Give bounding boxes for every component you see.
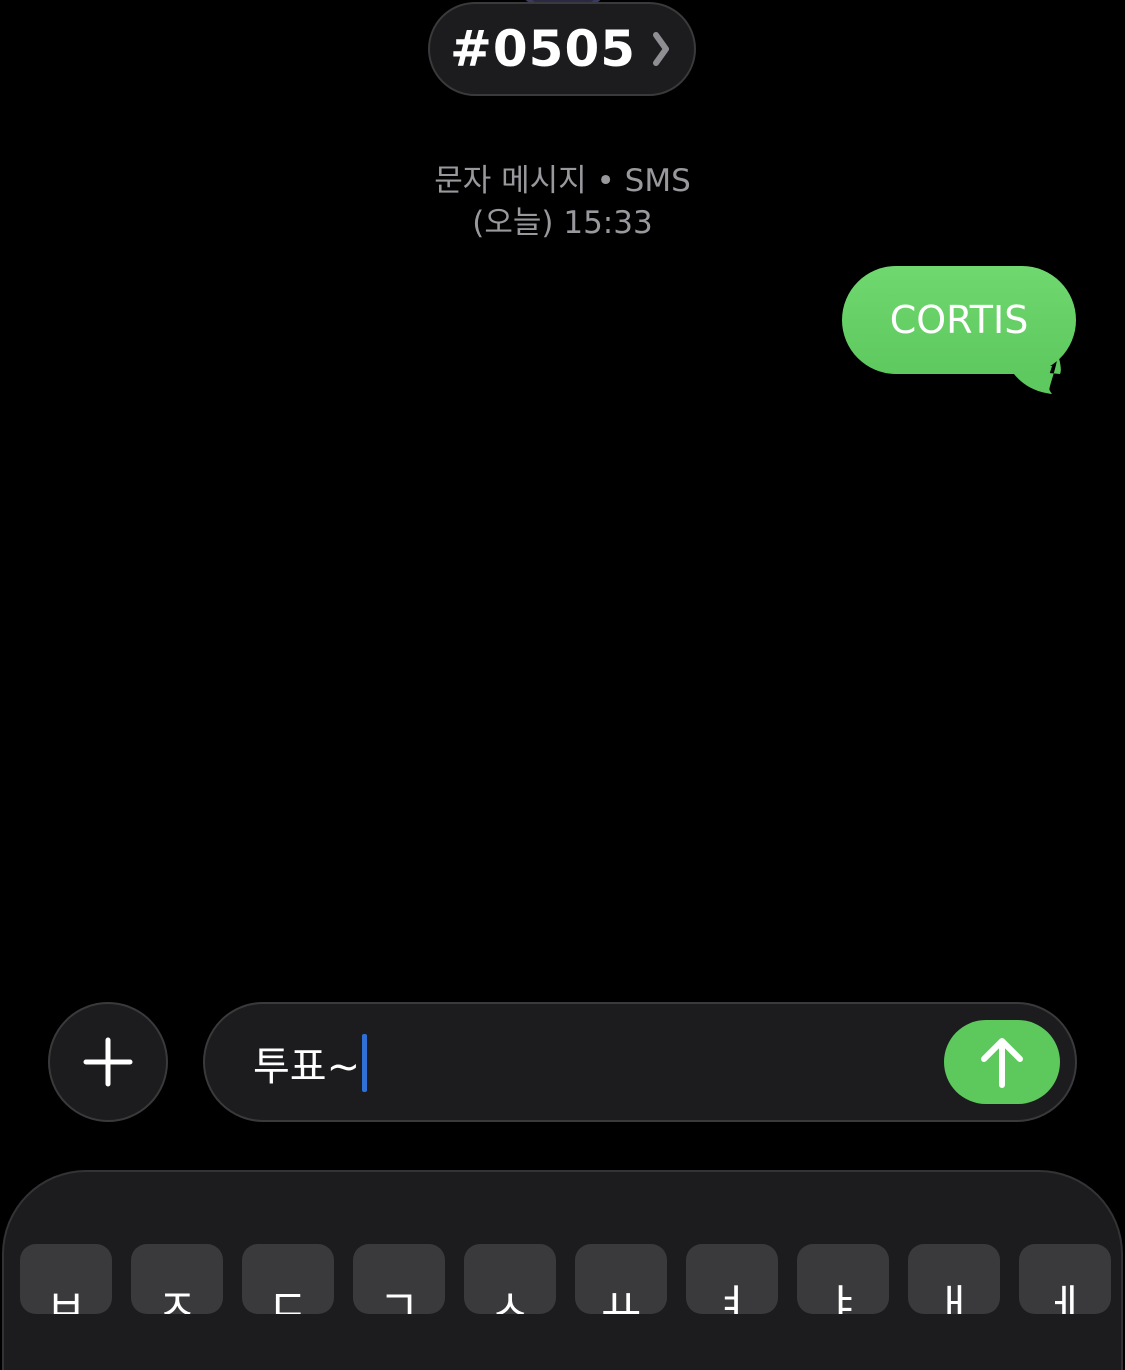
service-label: 문자 메시지 • SMS xyxy=(434,163,691,199)
key-label: ㅈ xyxy=(156,1281,198,1314)
message-time: (오늘) 15:33 xyxy=(472,205,653,241)
key-label: ㅔ xyxy=(1044,1281,1086,1314)
conversation-timestamp: 문자 메시지 • SMS (오늘) 15:33 xyxy=(0,160,1125,244)
key-label: ㅐ xyxy=(933,1281,975,1314)
key[interactable]: ㅑ xyxy=(797,1244,889,1314)
key[interactable]: ㅕ xyxy=(686,1244,778,1314)
text-cursor xyxy=(362,1034,368,1092)
key-label: ㄱ xyxy=(378,1281,420,1314)
arrow-up-icon xyxy=(981,1038,1023,1088)
key-label: ㅕ xyxy=(711,1281,753,1314)
key-label: ㅂ xyxy=(45,1281,87,1314)
message-input[interactable]: 투표~ xyxy=(203,1002,1077,1122)
keyboard-row-top: ㅂ ㅈ ㄷ ㄱ ㅅ ㅛ ㅕ ㅑ ㅐ ㅔ xyxy=(20,1244,1111,1314)
send-button[interactable] xyxy=(944,1020,1060,1104)
key-label: ㄷ xyxy=(267,1281,309,1314)
key-label: ㅅ xyxy=(489,1281,531,1314)
key[interactable]: ㅛ xyxy=(575,1244,667,1314)
message-input-text-wrap: 투표~ xyxy=(253,1034,368,1092)
plus-icon xyxy=(83,1037,133,1087)
add-attachment-button[interactable] xyxy=(48,1002,168,1122)
contact-header-button[interactable]: #0505 xyxy=(428,2,696,96)
chevron-right-icon xyxy=(653,32,670,66)
key[interactable]: ㅔ xyxy=(1019,1244,1111,1314)
key[interactable]: ㄱ xyxy=(353,1244,445,1314)
message-bubble-body: CORTIS xyxy=(842,266,1076,374)
key[interactable]: ㅅ xyxy=(464,1244,556,1314)
message-input-value: 투표~ xyxy=(253,1044,361,1090)
key[interactable]: ㅈ xyxy=(131,1244,223,1314)
contact-name: #0505 xyxy=(449,20,637,78)
key-label: ㅛ xyxy=(600,1281,642,1314)
key[interactable]: ㅂ xyxy=(20,1244,112,1314)
key[interactable]: ㄷ xyxy=(242,1244,334,1314)
key[interactable]: ㅐ xyxy=(908,1244,1000,1314)
message-text: CORTIS xyxy=(889,298,1029,342)
key-label: ㅑ xyxy=(822,1281,864,1314)
message-bubble-outgoing[interactable]: CORTIS xyxy=(838,262,1084,400)
